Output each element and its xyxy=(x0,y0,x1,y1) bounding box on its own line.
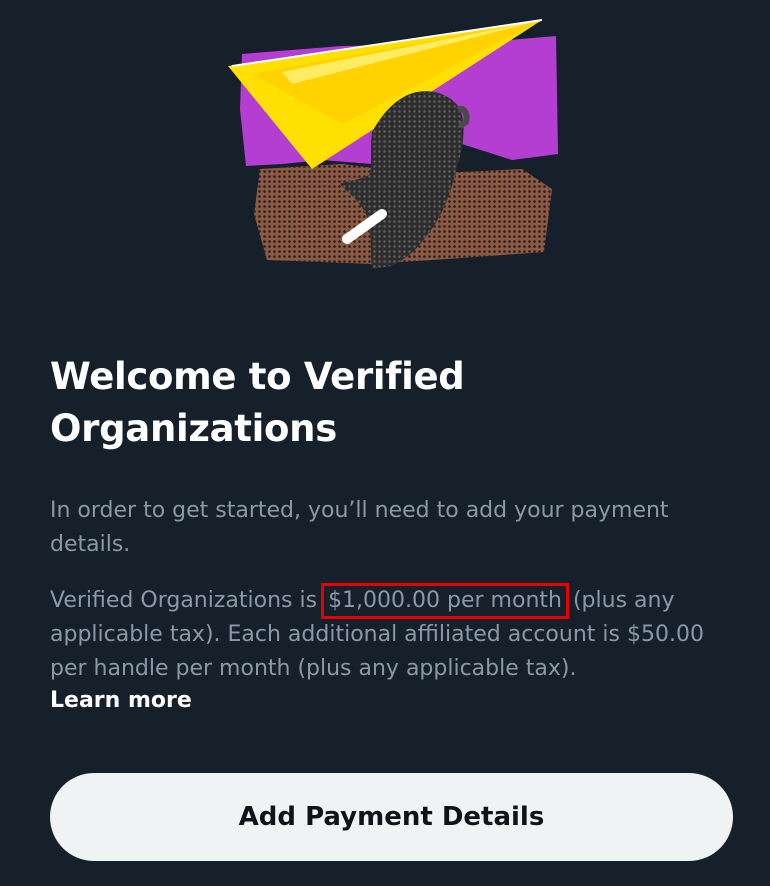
add-payment-details-button[interactable]: Add Payment Details xyxy=(50,773,733,861)
paper-plane-hand-illustration xyxy=(228,19,558,270)
price-highlight: $1,000.00 per month xyxy=(321,583,569,619)
page-title-line2: Organizations xyxy=(50,407,337,450)
pricing-text: Verified Organizations is $1,000.00 per … xyxy=(50,583,740,686)
verified-orgs-onboarding: Welcome to Verified Organizations In ord… xyxy=(0,0,770,886)
learn-more-link[interactable]: Learn more xyxy=(50,685,192,717)
intro-text: In order to get started, you’ll need to … xyxy=(50,498,669,557)
pricing-prefix: Verified Organizations is xyxy=(50,588,325,613)
page-title-line1: Welcome to Verified xyxy=(50,355,465,398)
page-title: Welcome to Verified Organizations xyxy=(50,351,730,455)
